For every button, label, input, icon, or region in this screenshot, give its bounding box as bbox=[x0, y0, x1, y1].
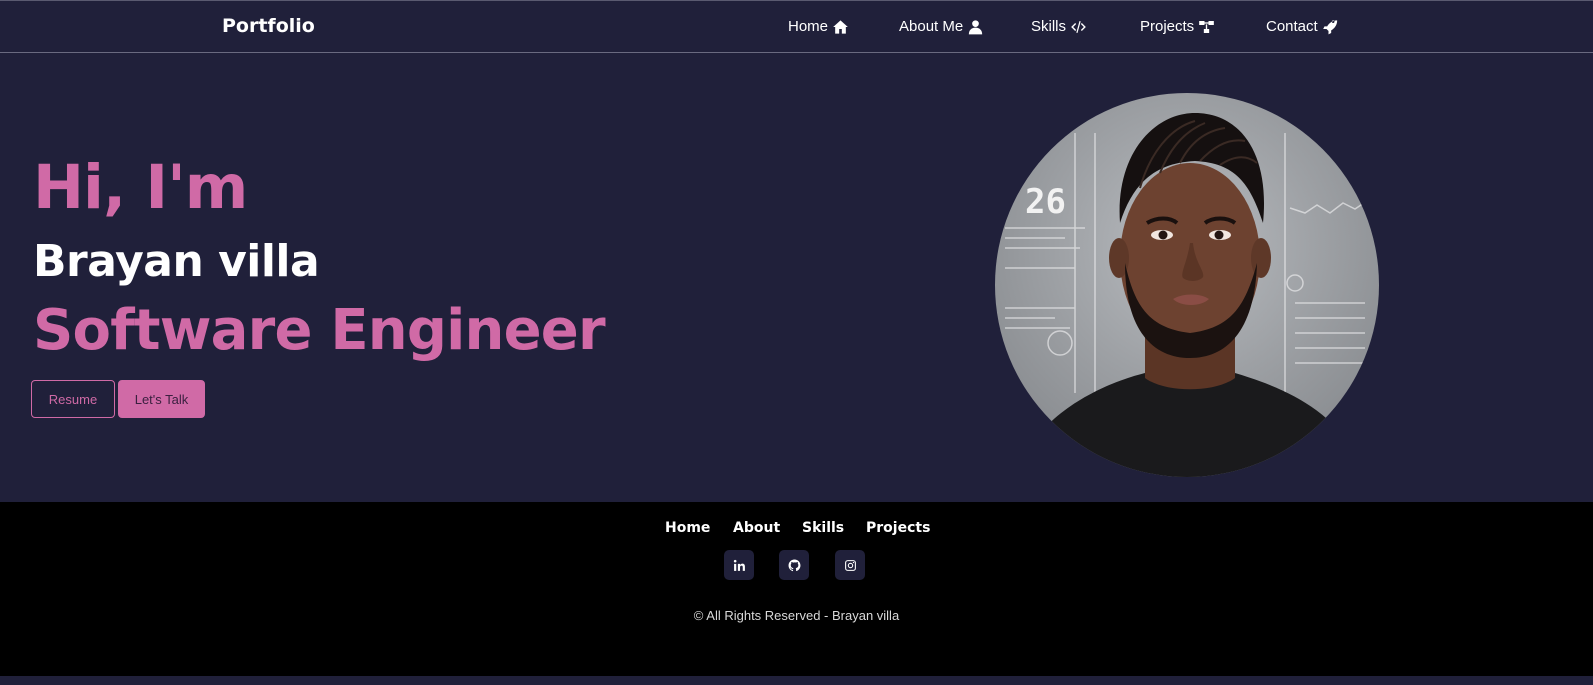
top-navbar: Portfolio Home About Me Skills Projects … bbox=[0, 0, 1593, 53]
copyright-text: © All Rights Reserved - Brayan villa bbox=[693, 608, 900, 623]
footer-link-about[interactable]: About bbox=[733, 520, 780, 536]
hero-role: Software Engineer bbox=[33, 298, 606, 363]
nav-about-me[interactable]: About Me bbox=[899, 18, 984, 35]
rocket-icon bbox=[1322, 19, 1337, 34]
nav-skills-label: Skills bbox=[1031, 18, 1067, 35]
resume-button[interactable]: Resume bbox=[31, 380, 115, 418]
nav-skills[interactable]: Skills bbox=[1031, 18, 1087, 35]
footer-link-skills[interactable]: Skills bbox=[802, 520, 844, 536]
instagram-button[interactable] bbox=[835, 550, 865, 580]
footer: Home About Skills Projects © All Rights … bbox=[0, 502, 1593, 676]
nav-home-label: Home bbox=[788, 18, 829, 35]
nav-projects-label: Projects bbox=[1140, 18, 1195, 35]
hero-name: Brayan villa bbox=[33, 236, 320, 287]
github-button[interactable] bbox=[779, 550, 809, 580]
nav-contact[interactable]: Contact bbox=[1266, 18, 1339, 35]
avatar-overlay-number: 26 bbox=[1025, 182, 1066, 222]
code-icon bbox=[1071, 20, 1086, 33]
linkedin-button[interactable] bbox=[724, 550, 754, 580]
instagram-icon bbox=[844, 559, 856, 571]
nav-about-me-label: About Me bbox=[899, 18, 964, 35]
user-icon bbox=[969, 19, 983, 34]
home-icon bbox=[833, 19, 848, 34]
project-diagram-icon bbox=[1199, 20, 1215, 33]
footer-link-projects[interactable]: Projects bbox=[866, 520, 930, 536]
footer-link-home[interactable]: Home bbox=[665, 520, 710, 536]
nav-contact-label: Contact bbox=[1266, 18, 1318, 35]
nav-links: Home About Me Skills Projects Contact bbox=[0, 18, 1593, 38]
footer-links: Home About Skills Projects bbox=[0, 520, 1593, 540]
github-icon bbox=[788, 559, 800, 571]
hero-greeting: Hi, I'm bbox=[33, 152, 248, 223]
lets-talk-button[interactable]: Let's Talk bbox=[118, 380, 205, 418]
nav-home[interactable]: Home bbox=[788, 18, 849, 35]
profile-avatar: 26 bbox=[995, 93, 1379, 477]
nav-projects[interactable]: Projects bbox=[1140, 18, 1215, 35]
linkedin-icon bbox=[733, 559, 745, 571]
avatar-illustration: 26 bbox=[1005, 113, 1368, 477]
page-bottom-strip bbox=[0, 676, 1593, 685]
